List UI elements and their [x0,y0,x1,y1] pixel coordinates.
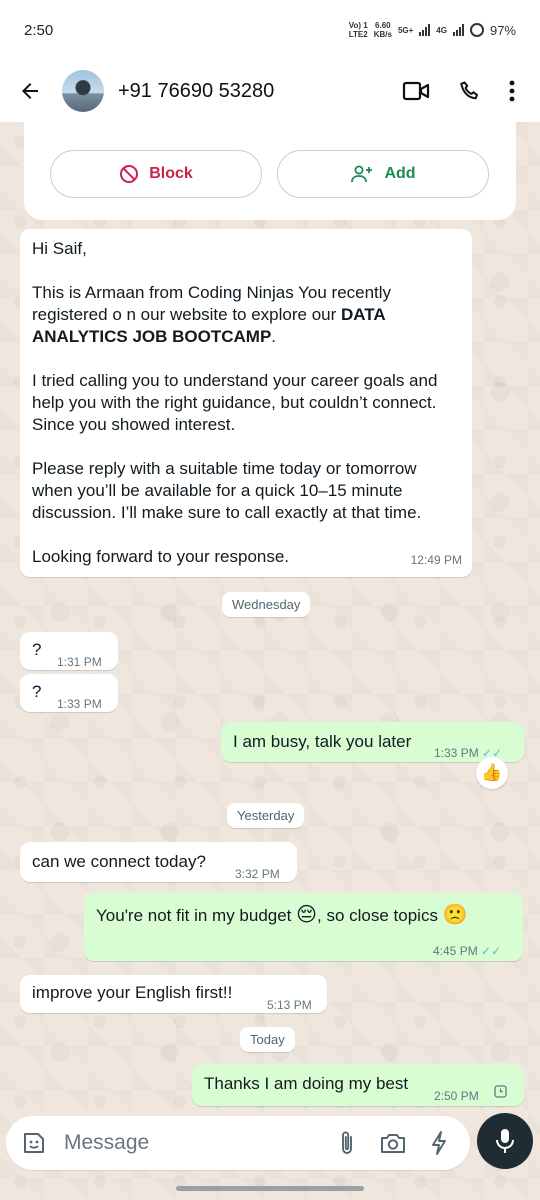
date-divider: Today [240,1027,295,1052]
message-text: improve your English first!! [32,983,233,1002]
net-type-1: 5G+ [397,25,414,35]
message-time: 4:45 PM ✓✓ [433,944,502,958]
payment-bolt-icon[interactable] [422,1126,456,1160]
message-text: Please reply with a suitable time today … [32,459,422,522]
signal-icon [419,24,431,36]
chat-header: +91 76690 53280 [0,60,540,122]
status-time: 2:50 [24,21,54,39]
outgoing-message[interactable]: Thanks I am doing my best 2:50 PM [192,1064,524,1106]
net-type-2: 4G [436,25,447,35]
message-text: Hi Saif, [32,239,87,258]
add-contact-button[interactable]: Add [277,150,489,198]
date-divider: Wednesday [222,592,311,617]
message-time: 12:49 PM [410,553,462,567]
message-time: 1:31 PM [57,655,102,669]
battery-percent: 97% [489,22,516,38]
message-time: 5:13 PM [267,998,312,1012]
pensive-emoji-icon: 😔 [296,904,317,926]
camera-icon[interactable] [376,1126,410,1160]
network-speed: 6.60 KB/s [373,21,392,39]
incoming-message[interactable]: ? 1:33 PM [20,674,118,712]
message-time: 2:50 PM [434,1089,479,1103]
message-text: ? [32,640,42,659]
more-vert-icon[interactable] [500,71,524,111]
incoming-message[interactable]: improve your English first!! 5:13 PM [20,975,327,1013]
message-text: I am busy, talk you later [233,732,412,751]
contact-avatar[interactable] [62,70,104,112]
outgoing-message[interactable]: I am busy, talk you later 1:33 PM ✓✓ [221,722,524,762]
message-text: can we connect today? [32,852,206,871]
voice-call-icon[interactable] [450,71,490,111]
message-time: 3:32 PM [235,867,280,881]
sticker-icon[interactable] [20,1129,48,1157]
incoming-message[interactable]: ? 1:31 PM [20,632,118,670]
volte-indicator: Vo) 1 LTE2 [348,21,368,39]
attach-icon[interactable] [330,1126,364,1160]
message-text: Looking forward to your response. [32,547,290,566]
block-icon [120,165,139,183]
back-arrow-icon[interactable] [16,77,44,105]
message-composer: Message [6,1116,470,1170]
read-ticks-icon: ✓✓ [481,944,502,958]
incoming-message[interactable]: Hi Saif, This is Armaan from Coding Ninj… [20,229,472,577]
add-person-icon [351,165,373,183]
message-text: Thanks I am doing my best [204,1074,409,1093]
add-label: Add [384,165,416,182]
message-text: I tried calling you to understand your c… [32,371,438,434]
status-icons: Vo) 1 LTE2 6.60 KB/s 5G+ 4G 97% [349,21,516,39]
message-time: 1:33 PM [57,697,102,711]
frown-emoji-icon: 🙁 [442,904,468,926]
message-input[interactable]: Message [64,1131,318,1155]
message-text: You're not fit in my budget 😔, so close … [96,904,468,926]
date-divider: Yesterday [227,803,305,828]
message-text: This is Armaan from Coding Ninjas You re… [32,283,392,346]
signal-icon-2 [452,24,464,36]
outgoing-message[interactable]: You're not fit in my budget 😔, so close … [84,893,523,961]
mic-icon[interactable] [477,1113,533,1169]
status-bar: 2:50 Vo) 1 LTE2 6.60 KB/s 5G+ 4G 97% [0,0,540,60]
block-label: Block [149,165,193,182]
contact-name[interactable]: +91 76690 53280 [118,80,382,103]
message-text: ? [32,682,42,701]
pending-clock-icon [494,1085,507,1098]
unknown-contact-card: Block Add [24,122,516,220]
home-indicator[interactable] [176,1186,364,1191]
reaction-thumbs-up[interactable]: 👍 [476,757,508,789]
incoming-message[interactable]: can we connect today? 3:32 PM [20,842,297,882]
block-button[interactable]: Block [50,150,262,198]
video-call-icon[interactable] [396,71,436,111]
battery-icon [469,23,484,37]
